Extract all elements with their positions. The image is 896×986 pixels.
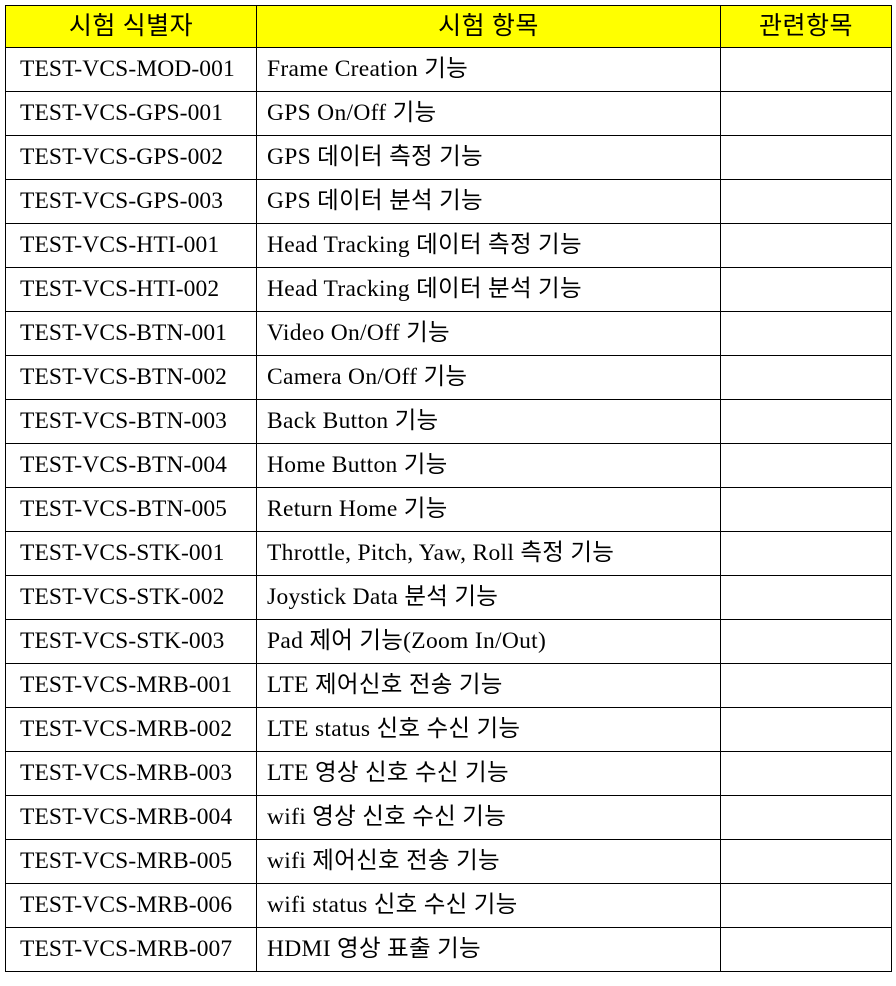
cell-related-item <box>720 883 892 928</box>
cell-related-item <box>720 311 892 356</box>
cell-related-item <box>720 223 892 268</box>
column-header-test-identifier: 시험 식별자 <box>5 5 257 48</box>
table-row: TEST-VCS-BTN-001 Video On/Off 기능 <box>5 311 892 356</box>
table-row: TEST-VCS-HTI-001 Head Tracking 데이터 측정 기능 <box>5 223 892 268</box>
cell-test-identifier: TEST-VCS-MRB-003 <box>5 751 257 796</box>
table-row: TEST-VCS-MRB-007 HDMI 영상 표출 기능 <box>5 927 892 972</box>
cell-test-item: Throttle, Pitch, Yaw, Roll 측정 기능 <box>256 531 721 576</box>
cell-test-identifier: TEST-VCS-BTN-005 <box>5 487 257 532</box>
table-row: TEST-VCS-GPS-001 GPS On/Off 기능 <box>5 91 892 136</box>
cell-test-identifier: TEST-VCS-BTN-002 <box>5 355 257 400</box>
cell-test-identifier: TEST-VCS-BTN-003 <box>5 399 257 444</box>
cell-related-item <box>720 91 892 136</box>
cell-test-item: Head Tracking 데이터 분석 기능 <box>256 267 721 312</box>
cell-related-item <box>720 179 892 224</box>
cell-test-item: wifi status 신호 수신 기능 <box>256 883 721 928</box>
cell-related-item <box>720 443 892 488</box>
cell-related-item <box>720 663 892 708</box>
table-header: 시험 식별자 시험 항목 관련항목 <box>5 5 892 48</box>
table-row: TEST-VCS-STK-001 Throttle, Pitch, Yaw, Ro… <box>5 531 892 576</box>
cell-test-identifier: TEST-VCS-MRB-005 <box>5 839 257 884</box>
table-row: TEST-VCS-MRB-006 wifi status 신호 수신 기능 <box>5 883 892 928</box>
cell-test-identifier: TEST-VCS-MRB-006 <box>5 883 257 928</box>
table-row: TEST-VCS-STK-002 Joystick Data 분석 기능 <box>5 575 892 620</box>
cell-test-item: Camera On/Off 기능 <box>256 355 721 400</box>
cell-test-identifier: TEST-VCS-BTN-004 <box>5 443 257 488</box>
table-row: TEST-VCS-MOD-001 Frame Creation 기능 <box>5 47 892 92</box>
column-header-test-item: 시험 항목 <box>256 5 721 48</box>
table-row: TEST-VCS-GPS-002 GPS 데이터 측정 기능 <box>5 135 892 180</box>
column-header-related-item-label: 관련항목 <box>758 13 853 40</box>
cell-test-item: wifi 제어신호 전송 기능 <box>256 839 721 884</box>
table-row: TEST-VCS-STK-003 Pad 제어 기능(Zoom In/Out) <box>5 619 892 664</box>
cell-test-identifier: TEST-VCS-MRB-004 <box>5 795 257 840</box>
table-header-row: 시험 식별자 시험 항목 관련항목 <box>5 5 892 48</box>
cell-test-item: Frame Creation 기능 <box>256 47 721 92</box>
column-header-related-item: 관련항목 <box>720 5 892 48</box>
table-row: TEST-VCS-MRB-003 LTE 영상 신호 수신 기능 <box>5 751 892 796</box>
column-header-test-identifier-label: 시험 식별자 <box>68 13 194 40</box>
cell-test-item: Home Button 기능 <box>256 443 721 488</box>
cell-related-item <box>720 399 892 444</box>
cell-test-identifier: TEST-VCS-BTN-001 <box>5 311 257 356</box>
cell-test-identifier: TEST-VCS-STK-002 <box>5 575 257 620</box>
table-row: TEST-VCS-MRB-004 wifi 영상 신호 수신 기능 <box>5 795 892 840</box>
cell-related-item <box>720 355 892 400</box>
cell-test-identifier: TEST-VCS-HTI-001 <box>5 223 257 268</box>
table-row: TEST-VCS-BTN-004 Home Button 기능 <box>5 443 892 488</box>
cell-related-item <box>720 47 892 92</box>
cell-test-item: wifi 영상 신호 수신 기능 <box>256 795 721 840</box>
cell-test-identifier: TEST-VCS-HTI-002 <box>5 267 257 312</box>
cell-related-item <box>720 927 892 972</box>
cell-test-item: LTE status 신호 수신 기능 <box>256 707 721 752</box>
cell-test-identifier: TEST-VCS-MRB-001 <box>5 663 257 708</box>
cell-related-item <box>720 619 892 664</box>
cell-test-item: Return Home 기능 <box>256 487 721 532</box>
cell-related-item <box>720 751 892 796</box>
cell-test-identifier: TEST-VCS-STK-001 <box>5 531 257 576</box>
cell-related-item <box>720 267 892 312</box>
table-body: TEST-VCS-MOD-001 Frame Creation 기능 TEST-VC… <box>5 47 892 972</box>
table-row: TEST-VCS-BTN-003 Back Button 기능 <box>5 399 892 444</box>
table-row: TEST-VCS-BTN-005 Return Home 기능 <box>5 487 892 532</box>
table-row: TEST-VCS-MRB-005 wifi 제어신호 전송 기능 <box>5 839 892 884</box>
cell-related-item <box>720 135 892 180</box>
table-row: TEST-VCS-MRB-002 LTE status 신호 수신 기능 <box>5 707 892 752</box>
cell-test-item: Back Button 기능 <box>256 399 721 444</box>
cell-test-identifier: TEST-VCS-GPS-001 <box>5 91 257 136</box>
cell-test-item: Video On/Off 기능 <box>256 311 721 356</box>
test-specification-table: 시험 식별자 시험 항목 관련항목 TEST-VCS-MOD-001 Frame … <box>5 5 892 972</box>
cell-test-item: LTE 제어신호 전송 기능 <box>256 663 721 708</box>
cell-related-item <box>720 795 892 840</box>
table-row: TEST-VCS-GPS-003 GPS 데이터 분석 기능 <box>5 179 892 224</box>
cell-test-identifier: TEST-VCS-MRB-002 <box>5 707 257 752</box>
cell-related-item <box>720 575 892 620</box>
table-row: TEST-VCS-BTN-002 Camera On/Off 기능 <box>5 355 892 400</box>
cell-related-item <box>720 531 892 576</box>
cell-related-item <box>720 839 892 884</box>
table-row: TEST-VCS-HTI-002 Head Tracking 데이터 분석 기능 <box>5 267 892 312</box>
test-specification-table-container: 시험 식별자 시험 항목 관련항목 TEST-VCS-MOD-001 Frame … <box>5 5 892 972</box>
cell-test-identifier: TEST-VCS-MRB-007 <box>5 927 257 972</box>
cell-related-item <box>720 707 892 752</box>
cell-test-identifier: TEST-VCS-GPS-002 <box>5 135 257 180</box>
cell-test-item: GPS 데이터 분석 기능 <box>256 179 721 224</box>
cell-test-identifier: TEST-VCS-STK-003 <box>5 619 257 664</box>
table-row: TEST-VCS-MRB-001 LTE 제어신호 전송 기능 <box>5 663 892 708</box>
cell-test-item: Joystick Data 분석 기능 <box>256 575 721 620</box>
cell-test-item: Head Tracking 데이터 측정 기능 <box>256 223 721 268</box>
cell-test-item: GPS 데이터 측정 기능 <box>256 135 721 180</box>
cell-test-identifier: TEST-VCS-MOD-001 <box>5 47 257 92</box>
cell-test-item: LTE 영상 신호 수신 기능 <box>256 751 721 796</box>
cell-test-item: Pad 제어 기능(Zoom In/Out) <box>256 619 721 664</box>
cell-test-identifier: TEST-VCS-GPS-003 <box>5 179 257 224</box>
column-header-test-item-label: 시험 항목 <box>438 13 539 40</box>
cell-test-item: GPS On/Off 기능 <box>256 91 721 136</box>
cell-related-item <box>720 487 892 532</box>
cell-test-item: HDMI 영상 표출 기능 <box>256 927 721 972</box>
